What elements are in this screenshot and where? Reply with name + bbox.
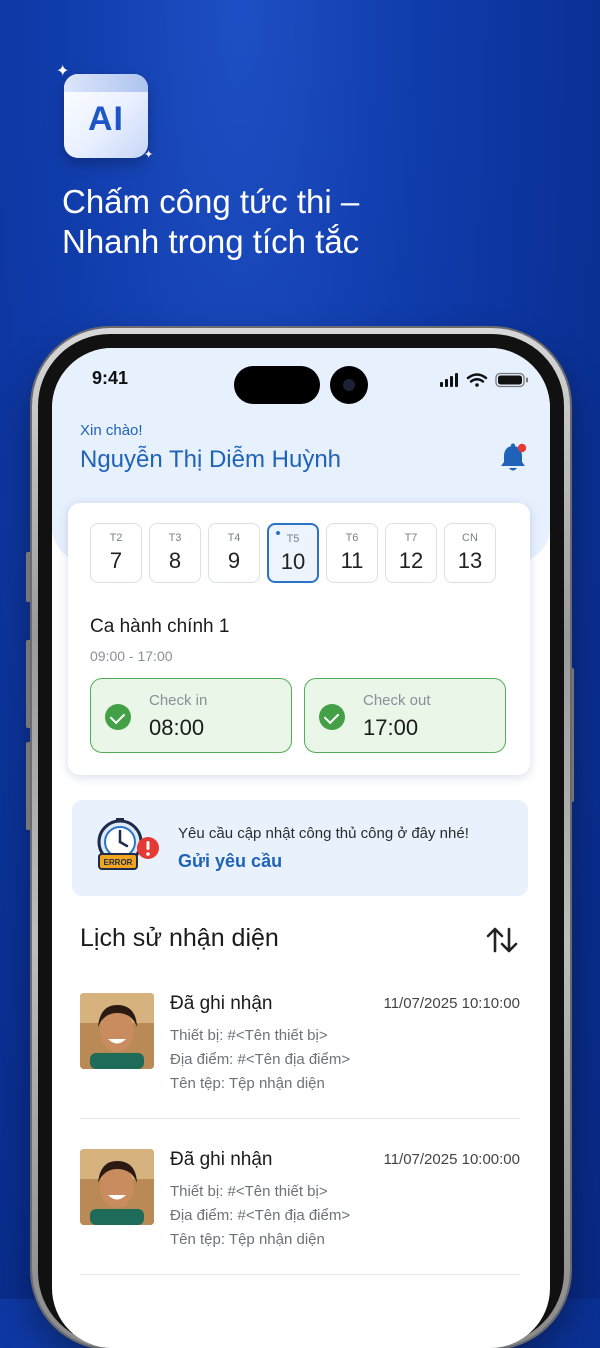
record-location: Địa điểm: #<Tên địa điểm> [170, 1051, 351, 1068]
history-record[interactable]: Đã ghi nhận 11/07/2025 10:00:00 Thiết bị… [80, 1149, 520, 1275]
request-message: Yêu cầu cập nhật công thủ công ở đây nhé… [178, 825, 469, 842]
notification-bell-icon[interactable] [498, 442, 528, 474]
send-request-link[interactable]: Gửi yêu cầu [178, 851, 282, 872]
user-name: Nguyễn Thị Diễm Huỳnh [80, 446, 342, 473]
dynamic-island [234, 366, 320, 404]
check-out-label: Check out [363, 692, 431, 709]
svg-text:ERROR: ERROR [104, 858, 133, 867]
day-cell[interactable]: T3 8 [149, 523, 201, 583]
day-cell-selected[interactable]: T5 10 [267, 523, 319, 583]
record-device: Thiết bị: #<Tên thiết bị> [170, 1183, 328, 1200]
shift-time: 09:00 - 17:00 [90, 648, 173, 664]
logo-text: AI [88, 100, 124, 138]
check-in-time: 08:00 [149, 715, 205, 740]
status-time: 9:41 [92, 368, 129, 388]
record-timestamp: 11/07/2025 10:00:00 [383, 1151, 520, 1168]
record-status: Đã ghi nhận [170, 1149, 273, 1170]
sparkle-icon: ✦ [144, 149, 154, 161]
record-file: Tên tệp: Tệp nhận diện [170, 1075, 325, 1092]
battery-icon [495, 372, 528, 388]
wifi-icon [466, 373, 488, 387]
check-out-box[interactable]: Check out 17:00 [304, 678, 506, 753]
check-circle-icon [105, 704, 131, 730]
record-status: Đã ghi nhận [170, 993, 273, 1014]
face-photo [80, 993, 154, 1069]
today-dot [276, 531, 280, 535]
divider [80, 1274, 520, 1275]
record-location: Địa điểm: #<Tên địa điểm> [170, 1207, 351, 1224]
notification-dot [517, 443, 527, 453]
promo-headline: Chấm công tức thi – Nhanh trong tích tắc [62, 183, 360, 260]
shift-name: Ca hành chính 1 [90, 616, 230, 637]
sort-icon[interactable] [484, 926, 520, 954]
check-in-box[interactable]: Check in 08:00 [90, 678, 292, 753]
camera [330, 366, 368, 404]
day-cell[interactable]: T2 7 [90, 523, 142, 583]
phone-screen: 9:41 Xin chào! Nguyễn Thị Diễm Huỳnh T2 … [52, 348, 550, 1348]
history-record[interactable]: Đã ghi nhận 11/07/2025 10:10:00 Thiết bị… [80, 993, 520, 1119]
face-photo [80, 1149, 154, 1225]
day-cell[interactable]: T7 12 [385, 523, 437, 583]
signal-icon [440, 373, 458, 387]
week-day-picker: T2 7 T3 8 T4 9 T5 10 T6 11 T7 12 CN 13 [90, 523, 508, 585]
check-out-time: 17:00 [363, 715, 419, 740]
day-cell[interactable]: T4 9 [208, 523, 260, 583]
day-cell[interactable]: T6 11 [326, 523, 378, 583]
clock-error-illustration: ERROR [97, 818, 159, 870]
status-icons [440, 372, 528, 388]
divider [80, 1118, 520, 1119]
check-circle-icon [319, 704, 345, 730]
app-logo: AI [64, 74, 148, 158]
history-title: Lịch sử nhận diện [80, 924, 279, 952]
greeting: Xin chào! [80, 422, 143, 439]
logo-box: AI [64, 74, 148, 158]
check-in-label: Check in [149, 692, 208, 709]
attendance-card: T2 7 T3 8 T4 9 T5 10 T6 11 T7 12 CN 13 C… [68, 503, 530, 775]
record-file: Tên tệp: Tệp nhận diện [170, 1231, 325, 1248]
record-timestamp: 11/07/2025 10:10:00 [383, 995, 520, 1012]
record-device: Thiết bị: #<Tên thiết bị> [170, 1027, 328, 1044]
sparkle-icon: ✦ [56, 63, 70, 80]
manual-request-banner: ERROR Yêu cầu cập nhật công thủ công ở đ… [72, 800, 528, 896]
day-cell[interactable]: CN 13 [444, 523, 496, 583]
